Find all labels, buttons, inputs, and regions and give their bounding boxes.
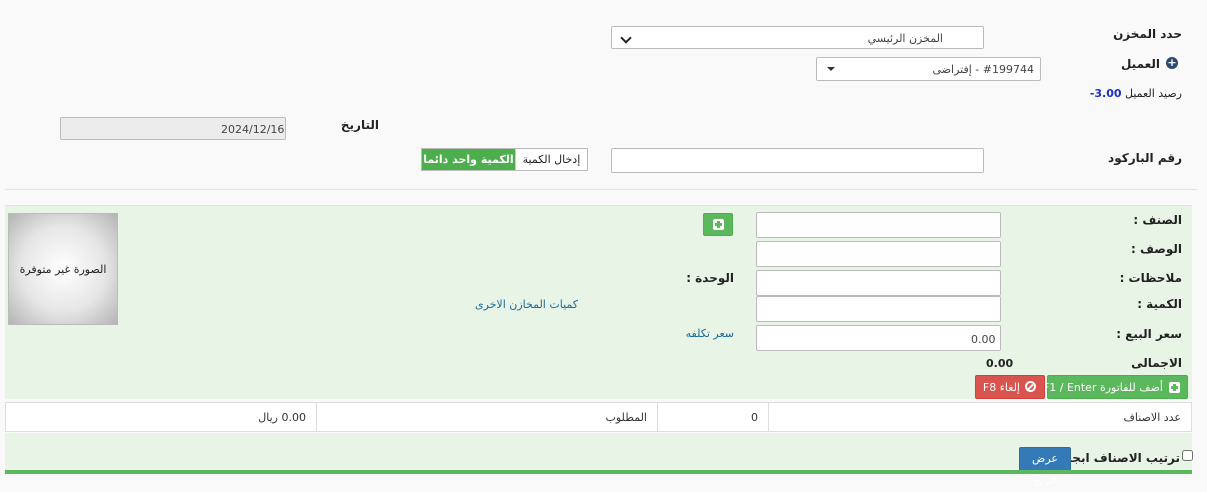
item-image-placeholder: الصورة غير متوفرة [8, 213, 118, 325]
sale-price-value: 0.00 [971, 333, 996, 346]
warehouse-select[interactable]: المخزن الرئيسي [611, 26, 984, 49]
item-entry-panel [5, 205, 1192, 399]
total-value: 0.00 [986, 357, 1014, 370]
plus-square-icon [713, 219, 724, 230]
customer-select[interactable]: #199744 - إفتراضى [816, 57, 1041, 81]
other-stores-link[interactable]: كميات المخازن الاخرى [475, 298, 578, 311]
add-item-button[interactable] [703, 213, 733, 236]
sort-alphabetical-checkbox[interactable] [1182, 450, 1193, 461]
items-count-label: عدد الاصناف [768, 402, 1192, 432]
required-label: المطلوب [316, 402, 658, 432]
balance-value: -3.00 [1089, 87, 1122, 100]
barcode-input[interactable] [611, 148, 984, 173]
date-field[interactable]: 2024/12/16 [60, 117, 286, 140]
qty-mode-input-button[interactable]: إدخال الكمية [514, 149, 587, 170]
unit-label: الوحدة : [686, 271, 734, 285]
total-label: الاجمالى [1131, 356, 1182, 370]
cancel-label: إلغاء F8 [982, 381, 1020, 394]
items-count-value: 0 [657, 402, 769, 432]
table-header-strip [5, 470, 1192, 474]
required-value: 0.00 ريال [5, 402, 317, 432]
ban-icon [1025, 381, 1036, 392]
description-label: الوصف : [1130, 242, 1182, 256]
item-label: الصنف : [1133, 213, 1182, 227]
plus-square-icon [1169, 382, 1180, 393]
customer-label: العميل [1120, 57, 1160, 71]
quantity-input[interactable] [756, 296, 1001, 322]
balance-label: رصيد العميل [1125, 87, 1182, 100]
show-profit-button[interactable]: عرض الربح [1019, 447, 1071, 487]
sale-price-input[interactable]: 0.00 [756, 325, 1001, 351]
qty-mode-toggle: إدخال الكمية الكمية واحد دائما [421, 148, 588, 171]
warehouse-label: حدد المخزن [1113, 27, 1182, 41]
barcode-label: رقم الباركود [1108, 151, 1182, 165]
chevron-down-icon [620, 32, 632, 44]
notes-label: ملاحظات : [1119, 271, 1182, 285]
item-input[interactable] [756, 212, 1001, 238]
sort-alphabetical-label: ترتيب الاصناف ابجدى [1054, 451, 1180, 465]
notes-input[interactable] [756, 270, 1001, 296]
caret-down-icon [827, 67, 835, 71]
customer-select-value: #199744 - إفتراضى [932, 63, 1034, 76]
header-divider [5, 189, 1197, 190]
add-customer-icon[interactable]: + [1166, 57, 1178, 69]
add-to-invoice-button[interactable]: أضف للفاتورة F1 / Enter [1043, 375, 1188, 399]
qty-mode-fixed-button[interactable]: الكمية واحد دائما [422, 149, 515, 170]
customer-balance: رصيد العميل -3.00 [1090, 87, 1182, 100]
quantity-label: الكمية : [1137, 297, 1182, 311]
cancel-button[interactable]: إلغاء F8 [975, 375, 1045, 399]
invoice-summary: عدد الاصناف 0 المطلوب 0.00 ريال [5, 402, 1192, 432]
sale-price-label: سعر البيع : [1116, 327, 1182, 341]
footer-panel [5, 433, 1192, 474]
cost-price-link[interactable]: سعر تكلفه [686, 327, 734, 340]
description-input[interactable] [756, 241, 1001, 267]
date-label: التاريخ [340, 118, 379, 132]
date-value: 2024/12/16 [221, 123, 285, 136]
add-to-invoice-label: أضف للفاتورة F1 / Enter [1042, 381, 1163, 394]
warehouse-select-value: المخزن الرئيسي [867, 32, 943, 45]
